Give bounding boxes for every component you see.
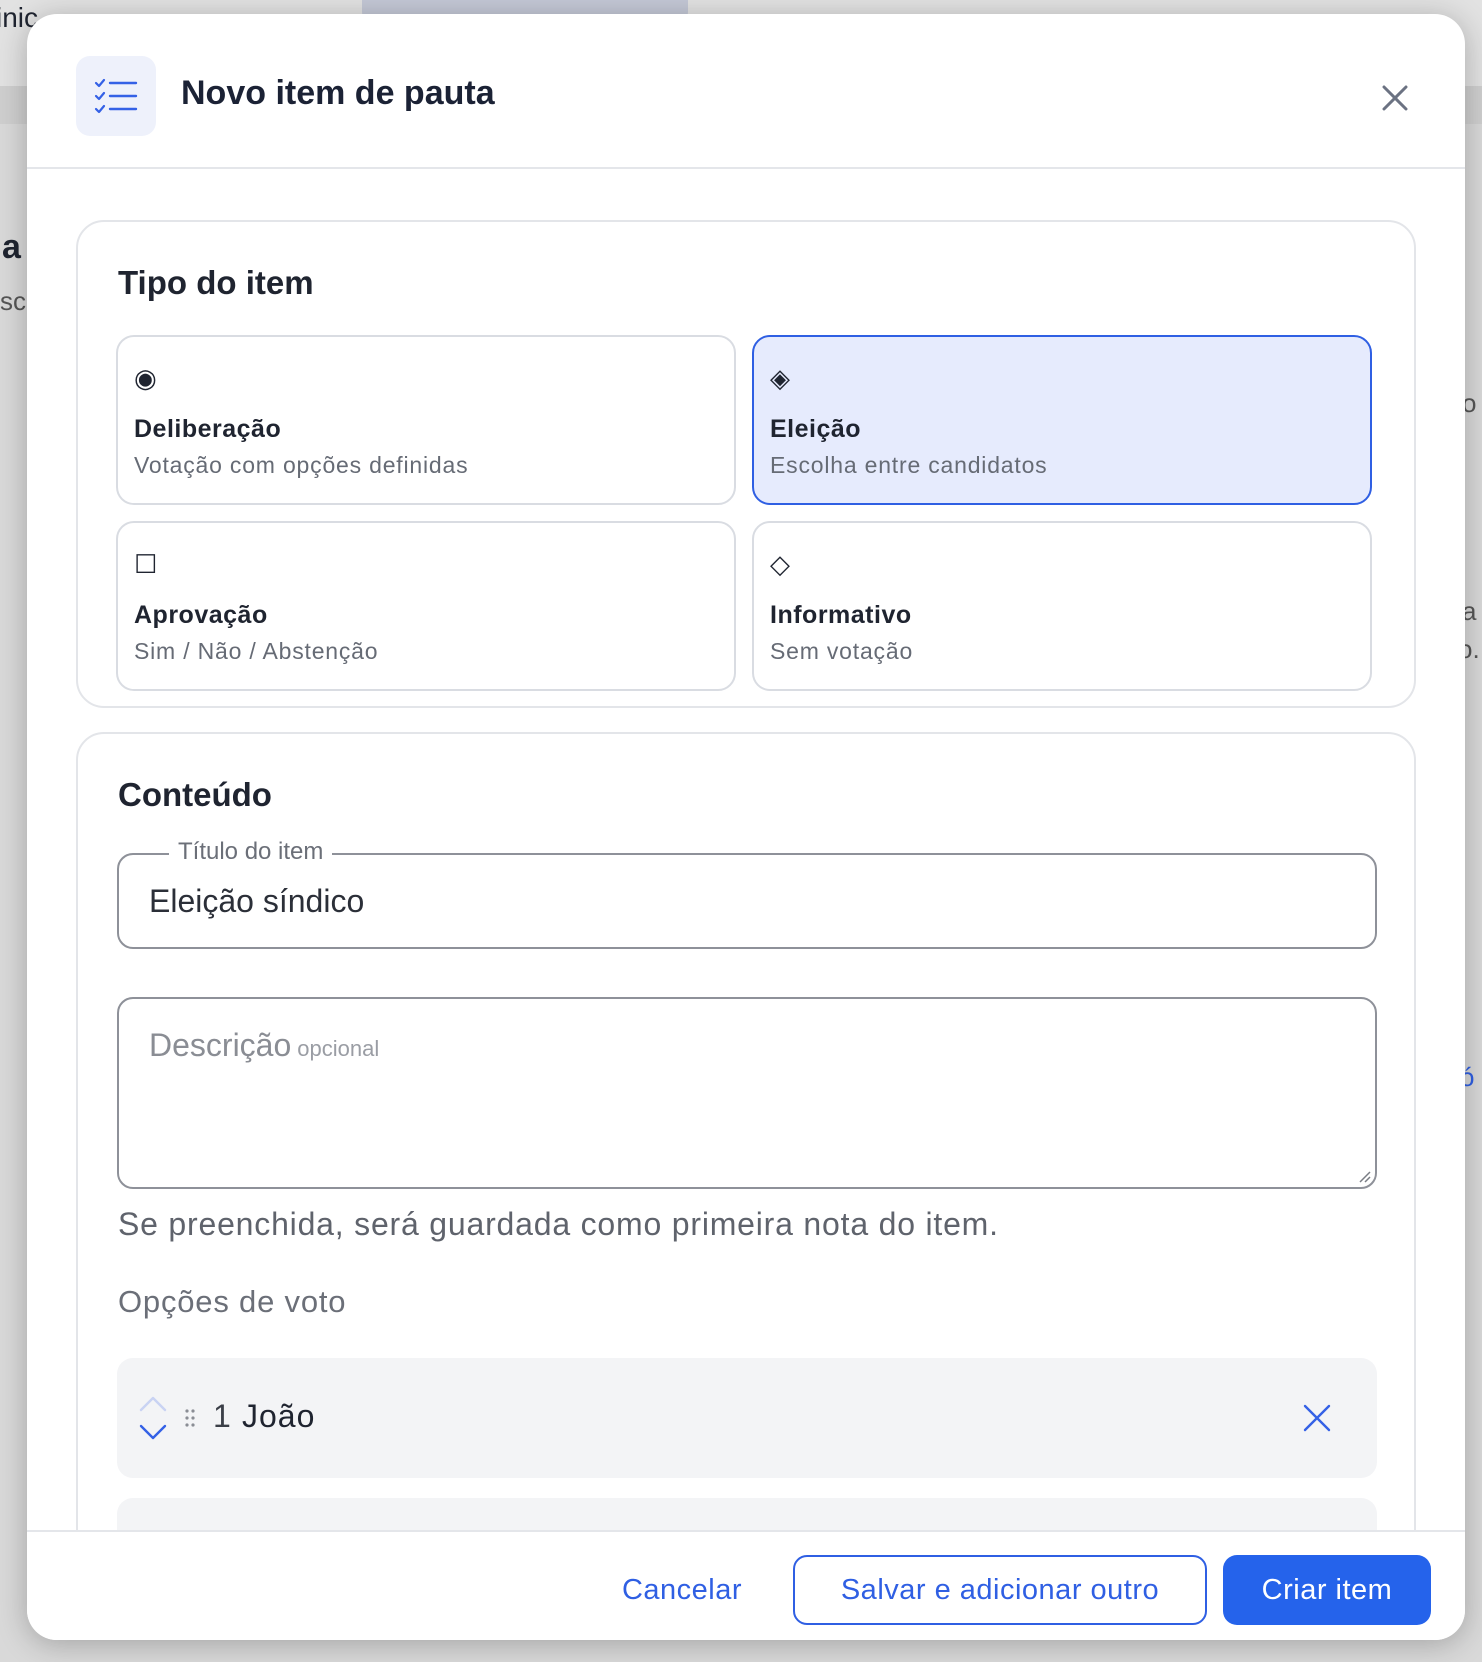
type-option-eleicao[interactable]: ◈ Eleição Escolha entre candidatos <box>752 335 1372 505</box>
type-option-label: Aprovação <box>134 601 268 629</box>
type-option-description: Sim / Não / Abstenção <box>134 638 379 664</box>
vote-option-item[interactable]: 1 João <box>117 1358 1377 1478</box>
save-and-add-another-button[interactable]: Salvar e adicionar outro <box>793 1555 1207 1625</box>
background-heading: a <box>2 228 21 266</box>
item-title-label: Título do item <box>169 838 333 866</box>
radio-icon: ◉ <box>134 363 157 393</box>
type-option-label: Deliberação <box>134 415 282 443</box>
content-section: Conteúdo Título do item Eleição síndico … <box>76 732 1416 1530</box>
type-option-label: Eleição <box>770 415 862 443</box>
background-text: sc <box>0 286 26 316</box>
dialog-footer: Cancelar Salvar e adicionar outro Criar … <box>27 1530 1465 1640</box>
type-option-aprovacao[interactable]: ☐ Aprovação Sim / Não / Abstenção <box>116 521 736 691</box>
content-title: Conteúdo <box>118 776 272 813</box>
item-title-field[interactable]: Título do item Eleição síndico <box>117 838 1377 949</box>
description-optional-hint: opcional <box>297 1036 380 1061</box>
type-option-deliberacao[interactable]: ◉ Deliberação Votação com opções definid… <box>116 335 736 505</box>
resize-handle-icon[interactable] <box>1357 1169 1371 1183</box>
close-button[interactable] <box>1375 78 1415 118</box>
dialog-header: Novo item de pauta <box>27 14 1465 169</box>
dialog-title: Novo item de pauta <box>181 74 495 112</box>
diamond-outline-icon: ◇ <box>770 549 790 579</box>
type-option-informativo[interactable]: ◇ Informativo Sem votação <box>752 521 1372 691</box>
close-icon <box>1382 85 1408 111</box>
description-placeholder-text: Descrição <box>149 1027 292 1063</box>
vote-options-label: Opções de voto <box>118 1284 347 1319</box>
create-item-button[interactable]: Criar item <box>1223 1555 1431 1625</box>
type-option-description: Sem votação <box>770 638 914 664</box>
vote-option-number: 1 <box>213 1398 231 1434</box>
vote-option-item[interactable] <box>117 1498 1377 1530</box>
dialog-body[interactable]: Tipo do item ◉ Deliberação Votação com o… <box>27 171 1465 1530</box>
type-option-label: Informativo <box>770 601 912 629</box>
diamond-filled-icon: ◈ <box>770 363 790 393</box>
remove-option-button[interactable] <box>1297 1398 1337 1438</box>
item-type-section: Tipo do item ◉ Deliberação Votação com o… <box>76 220 1416 708</box>
description-field[interactable]: Descrição opcional <box>117 997 1377 1189</box>
type-option-description: Escolha entre candidatos <box>770 452 1048 478</box>
checklist-icon <box>76 56 156 136</box>
item-type-title: Tipo do item <box>118 264 314 301</box>
description-helper-text: Se preenchida, será guardada como primei… <box>118 1206 999 1242</box>
vote-option-name[interactable]: João <box>242 1398 315 1435</box>
cancel-button[interactable]: Cancelar <box>597 1555 767 1625</box>
square-icon: ☐ <box>134 549 158 579</box>
new-agenda-item-dialog: Novo item de pauta Tipo do item ◉ Delibe… <box>27 14 1465 1640</box>
type-option-description: Votação com opções definidas <box>134 452 469 478</box>
drag-handle-icon[interactable] <box>184 1408 196 1428</box>
close-icon <box>1303 1404 1331 1432</box>
description-placeholder: Descrição opcional <box>149 1027 379 1064</box>
reorder-arrows-icon[interactable] <box>137 1392 169 1444</box>
item-title-input[interactable]: Eleição síndico <box>149 883 364 920</box>
